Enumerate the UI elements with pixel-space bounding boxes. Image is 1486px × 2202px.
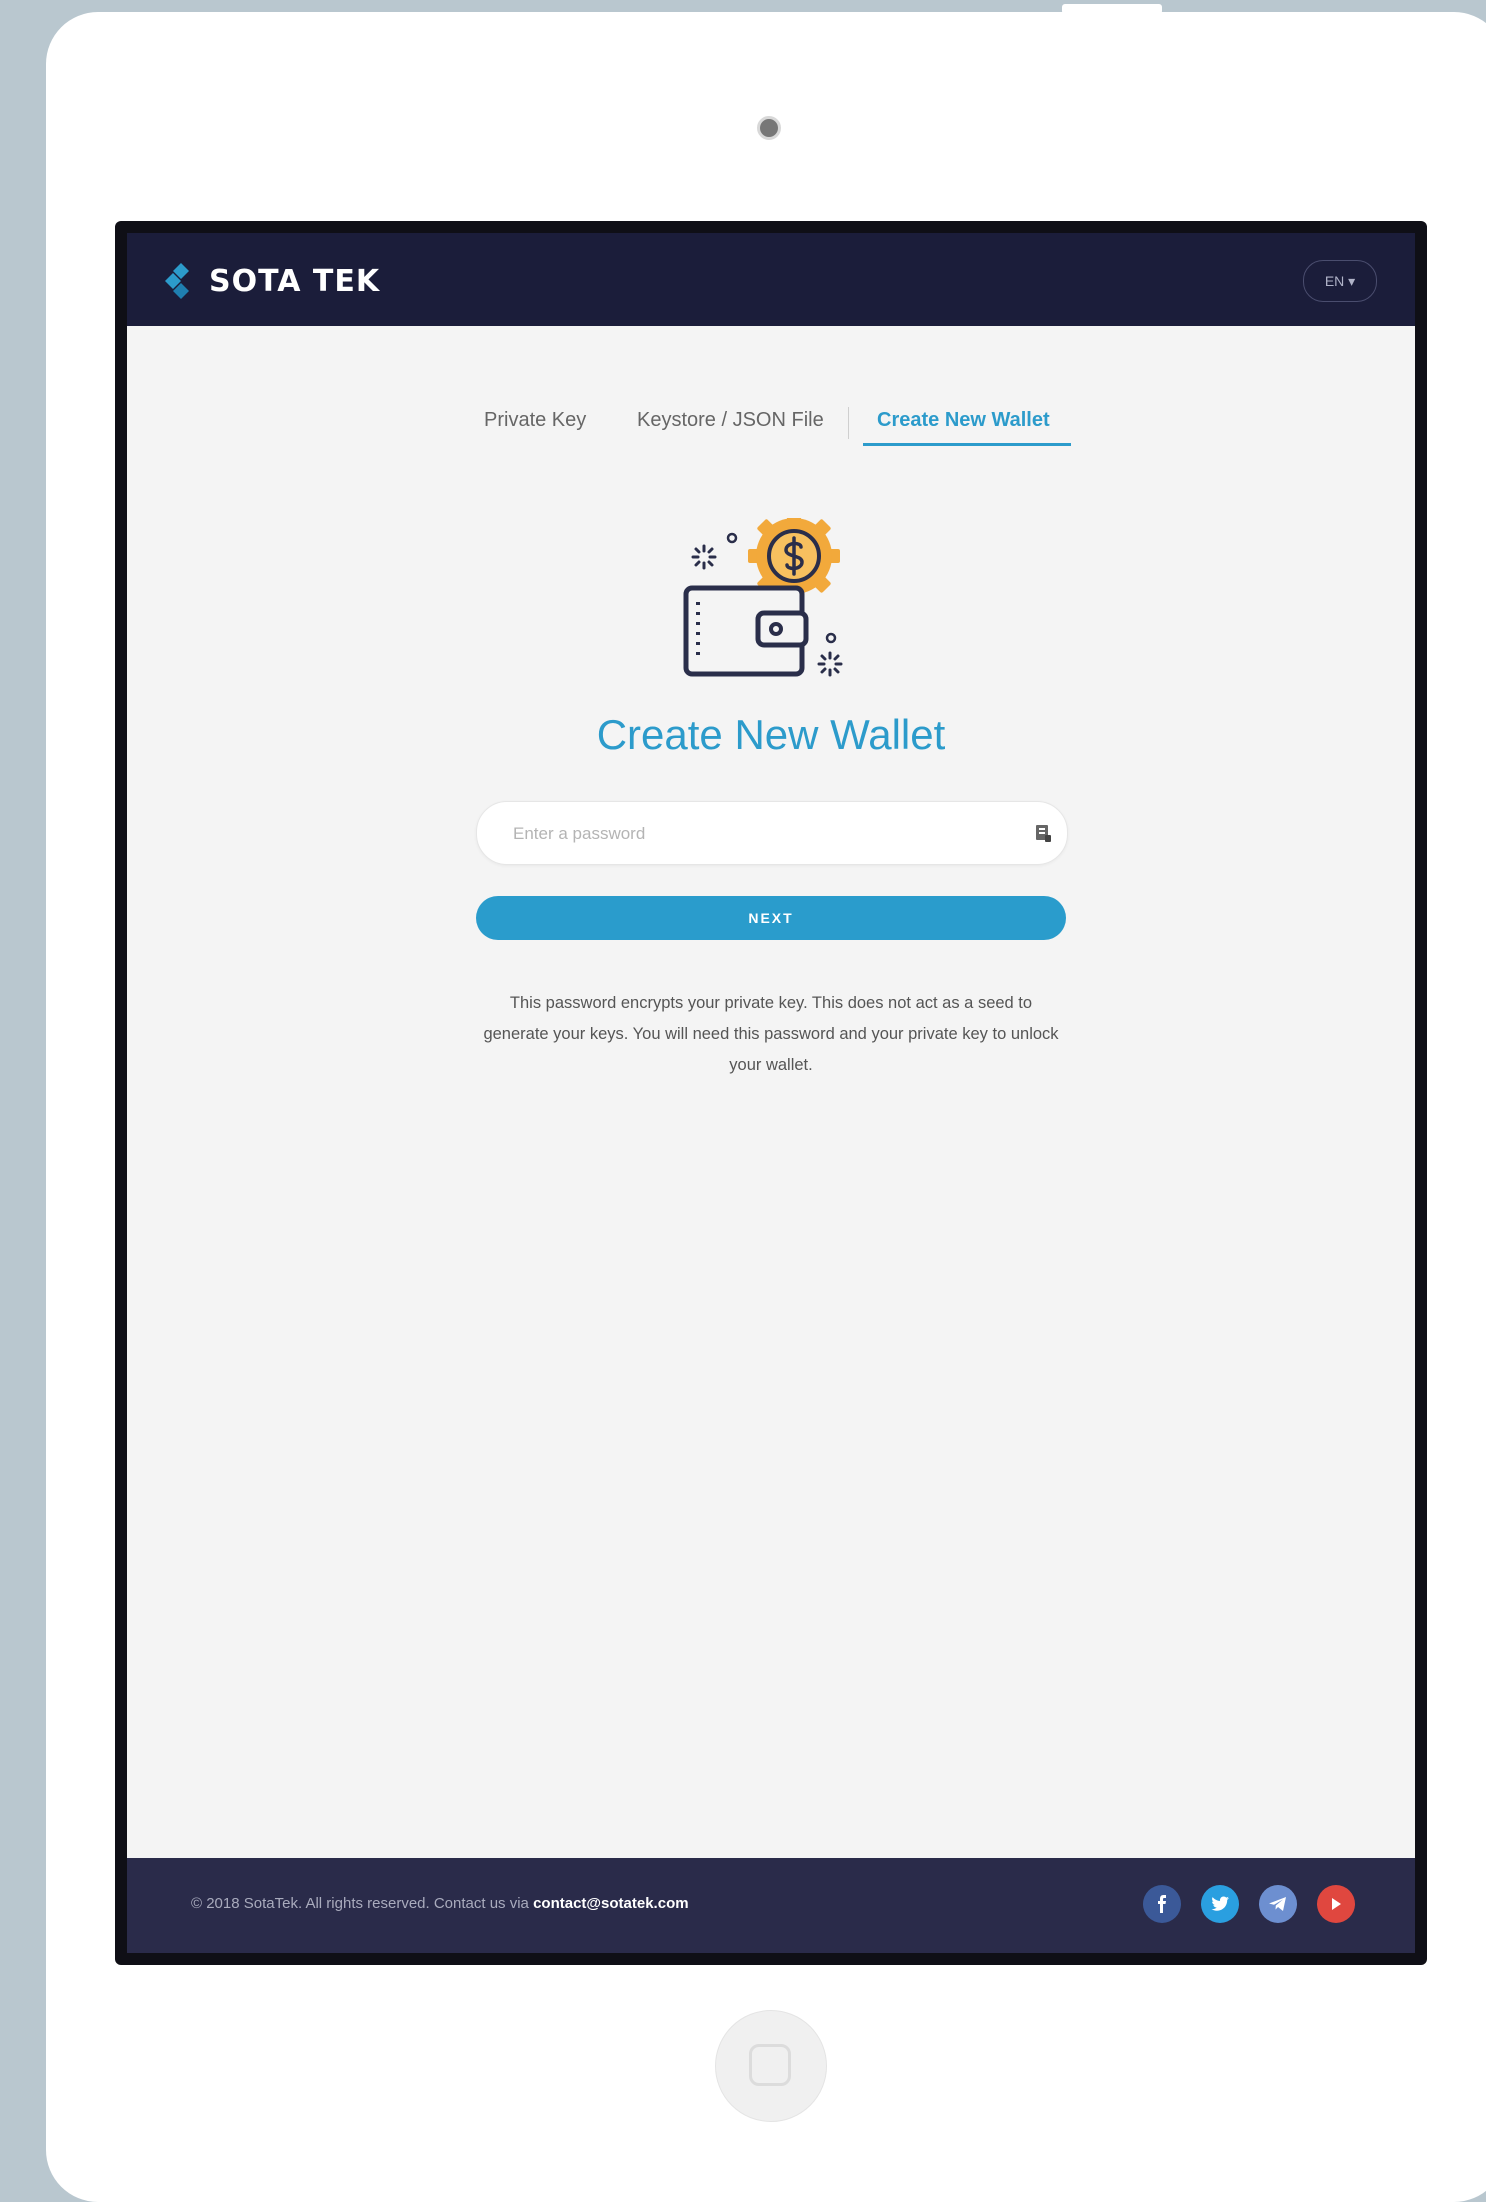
twitter-icon[interactable] — [1201, 1885, 1239, 1923]
app-header: SOTA TEK EN ▾ — [127, 233, 1415, 326]
app-footer: © 2018 SotaTek. All rights reserved. Con… — [127, 1858, 1415, 1953]
password-info-text: This password encrypts your private key.… — [483, 994, 1059, 1074]
wallet-coin-icon — [683, 518, 843, 677]
show-password-icon[interactable] — [1033, 822, 1053, 844]
sotatek-logo-icon — [165, 263, 189, 299]
tab-create-new-wallet[interactable]: Create New Wallet — [877, 409, 1050, 432]
copyright-text: © 2018 SotaTek. All rights reserved. Con… — [191, 1895, 689, 1912]
home-button[interactable] — [715, 2010, 827, 2122]
telegram-icon[interactable] — [1259, 1885, 1297, 1923]
social-links — [1143, 1885, 1355, 1923]
tablet-top-button — [1062, 4, 1162, 14]
facebook-icon[interactable] — [1143, 1885, 1181, 1923]
youtube-icon[interactable] — [1317, 1885, 1355, 1923]
password-input[interactable] — [511, 816, 1015, 852]
tab-private-key[interactable]: Private Key — [484, 409, 586, 432]
wallet-tabs: Private Key Keystore / JSON File Create … — [127, 407, 1415, 449]
tab-divider — [848, 407, 849, 439]
page-title: Create New Wallet — [596, 711, 946, 758]
next-button[interactable]: NEXT — [476, 896, 1066, 940]
logo[interactable]: SOTA TEK — [163, 261, 380, 301]
tab-keystore-json-file[interactable]: Keystore / JSON File — [637, 409, 824, 432]
home-button-square-icon — [749, 2044, 791, 2086]
password-field — [476, 801, 1068, 865]
brand-name: SOTA TEK — [209, 263, 381, 299]
contact-email-link[interactable]: contact@sotatek.com — [533, 1895, 689, 1912]
camera-icon — [757, 116, 781, 140]
copyright-label: © 2018 SotaTek. All rights reserved. Con… — [191, 1895, 534, 1912]
language-selector[interactable]: EN ▾ — [1303, 260, 1377, 302]
active-tab-indicator — [863, 443, 1071, 446]
app-screen: SOTA TEK EN ▾ Private Key Keystore / JSO… — [127, 233, 1415, 1953]
